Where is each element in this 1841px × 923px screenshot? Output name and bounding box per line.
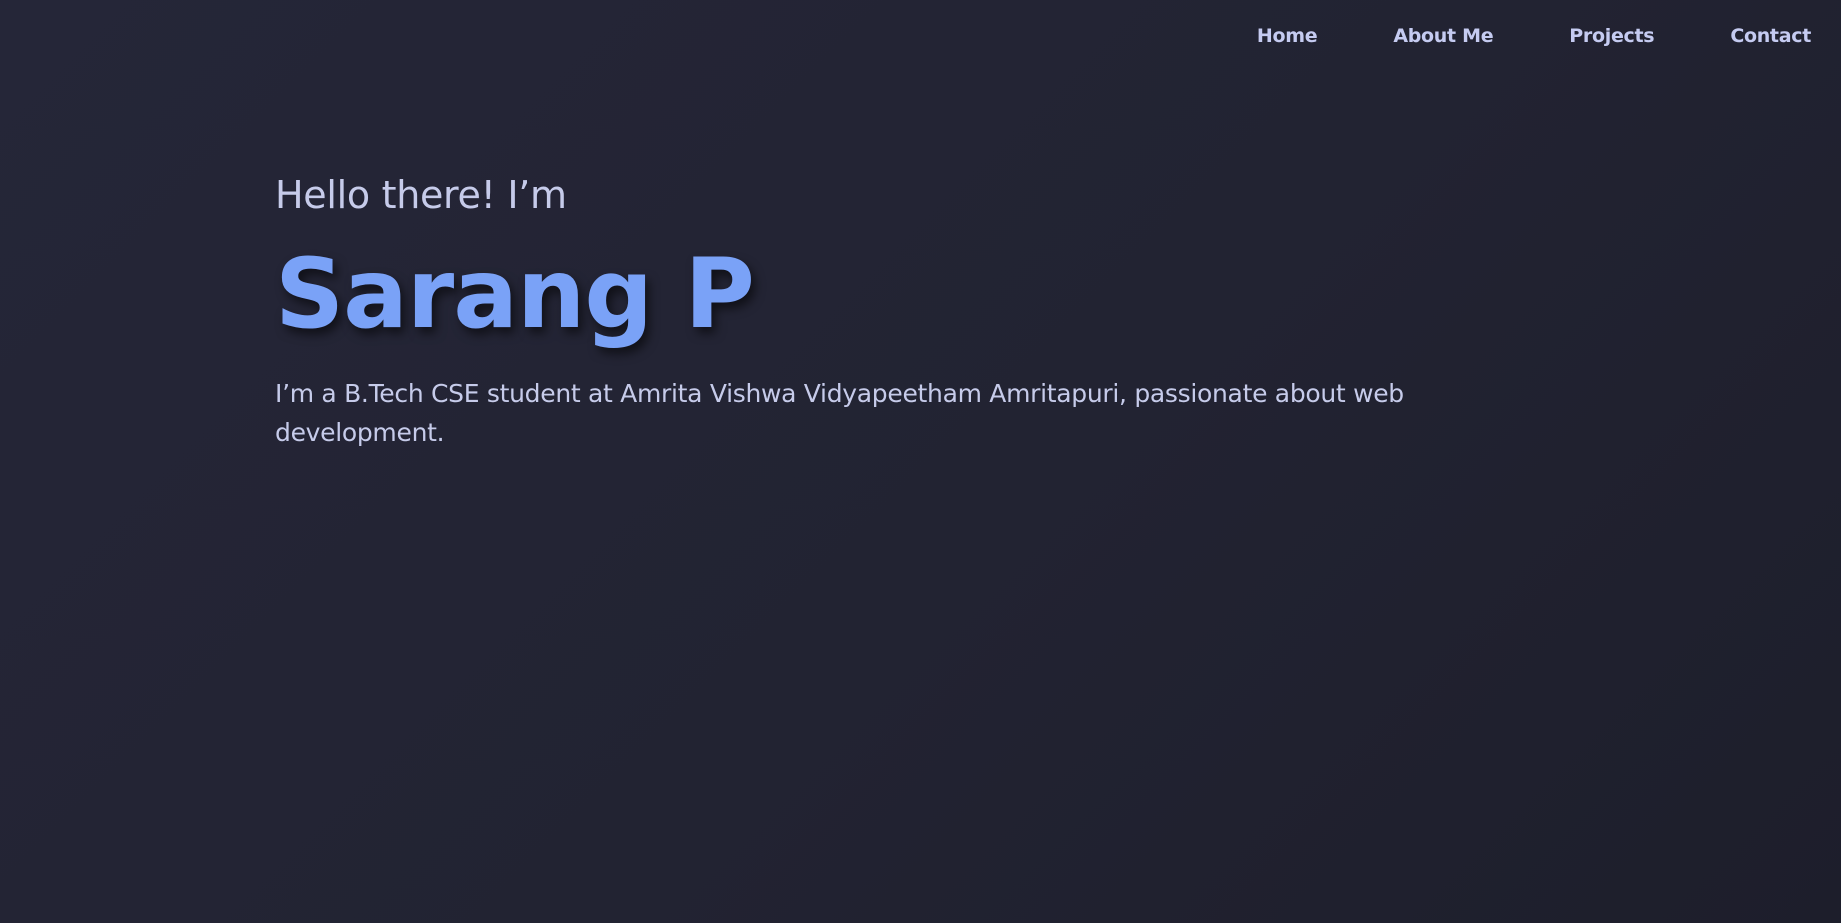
hero-greeting: Hello there! I’m xyxy=(275,173,567,217)
nav-link-projects[interactable]: Projects xyxy=(1569,25,1654,47)
nav-link-contact[interactable]: Contact xyxy=(1730,25,1811,47)
hero-section: Hello there! I’m Sarang P I’m a B.Tech C… xyxy=(275,168,1455,452)
nav-link-about-me[interactable]: About Me xyxy=(1393,25,1493,47)
portfolio-page: { "nav": { "items": [ {"label": "Home"},… xyxy=(0,0,1841,923)
hero-name: Sarang P xyxy=(275,238,755,350)
hero-bio: I’m a B.Tech CSE student at Amrita Vishw… xyxy=(275,379,1404,447)
top-navigation: Home About Me Projects Contact xyxy=(1257,24,1811,48)
nav-link-home[interactable]: Home xyxy=(1257,25,1318,47)
